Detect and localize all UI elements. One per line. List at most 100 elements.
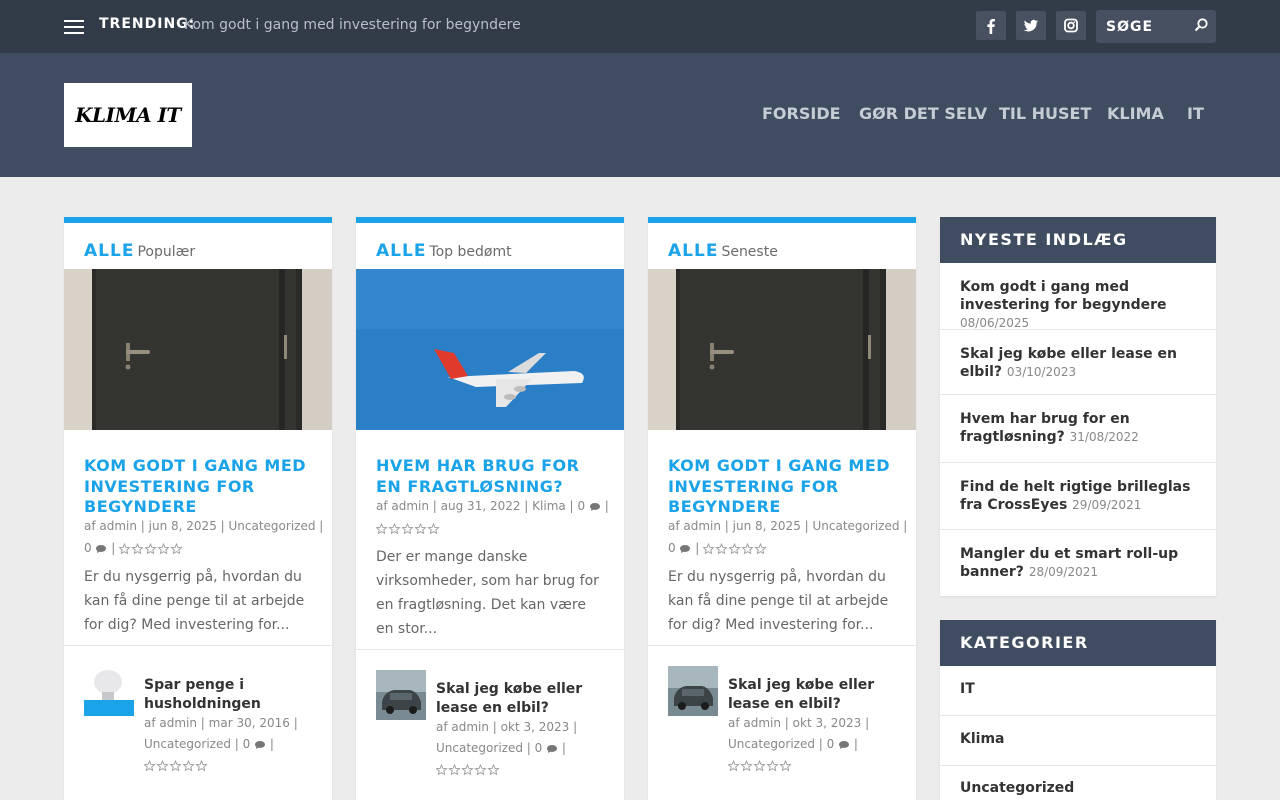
post-meta-line: af admin | jun 8, 2025 | Uncategorized | [84,519,324,533]
recent-post-item[interactable]: Mangler du et smart roll-up banner? 28/0… [960,545,1196,581]
divider [940,715,1216,716]
filter-alle[interactable]: ALLE [84,241,134,261]
divider [940,529,1216,530]
small-post-meta: af admin | okt 3, 2023 | Uncategorized |… [436,717,616,780]
divider [64,645,332,646]
post-column-popular: ALLE Populær KOM GODT I GANG MED INVESTER… [64,217,332,800]
column-heading: ALLE Top bedømt [376,241,512,261]
recent-post-item[interactable]: Skal jeg købe eller lease en elbil? 03/1… [960,345,1196,381]
category-klima[interactable]: Klima [960,731,1004,747]
recent-post-item[interactable]: Kom godt i gang med investering for begy… [960,278,1196,332]
post-image-airplane[interactable] [356,269,624,430]
post-meta: af admin | jun 8, 2025 | Uncategorized |… [84,519,324,555]
twitter-icon[interactable] [1016,11,1046,40]
post-meta: af admin | jun 8, 2025 | Uncategorized |… [668,519,908,555]
recent-post-title[interactable]: Kom godt i gang med investering for begy… [960,279,1167,313]
column-heading: ALLE Populær [84,241,195,261]
site-logo[interactable]: KLIMA IT [64,83,192,147]
column-subtitle: Top bedømt [429,244,512,260]
divider [940,462,1216,463]
small-meta-category: Uncategorized | [728,737,823,751]
post-column-latest: ALLE Seneste KOM GODT I GANG MED INVESTER… [648,217,916,800]
instagram-icon[interactable] [1056,11,1086,40]
menu-icon[interactable] [64,18,84,34]
rating-stars [376,523,440,535]
widget-title: NYESTE INDLÆG [940,217,1216,263]
recent-post-date: 29/09/2021 [1072,498,1142,512]
rating-stars [728,760,792,772]
trending-link[interactable]: Kom godt i gang med investering for begy… [184,17,521,33]
recent-post-item[interactable]: Find de helt rigtige brilleglas fra Cros… [960,478,1196,514]
rating-stars [144,760,208,772]
column-subtitle: Populær [137,244,196,260]
comment-icon [589,502,601,512]
comment-count[interactable]: 0 [668,541,676,555]
small-post-title[interactable]: Skal jeg købe eller lease en elbil? [436,680,616,718]
recent-post-date: 03/10/2023 [1006,365,1077,379]
post-title[interactable]: KOM GODT I GANG MED INVESTERING FOR BEGY… [668,456,898,518]
small-meta-category: Uncategorized | [436,741,531,755]
nav-gor-det-selv[interactable]: GØR DET SELV [859,104,987,123]
divider [940,394,1216,395]
small-post-image-car[interactable] [668,666,718,716]
small-post-meta: af admin | okt 3, 2023 | Uncategorized |… [728,713,908,776]
divider [648,645,916,646]
comment-icon [95,544,107,554]
category-it[interactable]: IT [960,681,975,697]
rating-stars [436,764,500,776]
trending-label: TRENDING: [99,16,196,32]
search-icon[interactable] [1191,15,1211,35]
small-comment-count[interactable]: 0 [243,737,251,751]
post-meta-line: af admin | aug 31, 2022 | Klima | [376,499,574,513]
post-title[interactable]: HVEM HAR BRUG FOR EN FRAGTLØSNING? [376,456,606,497]
comment-count[interactable]: 0 [577,499,585,513]
post-meta-line: af admin | jun 8, 2025 | Uncategorized | [668,519,908,533]
recent-post-date: 08/06/2025 [960,316,1030,330]
recent-posts-widget: NYESTE INDLÆG Kom godt i gang med invest… [940,217,1216,596]
small-meta-line: af admin | okt 3, 2023 | [436,720,578,734]
nav-it[interactable]: IT [1187,104,1204,123]
widget-title: KATEGORIER [940,620,1216,666]
comment-icon [546,744,558,754]
post-excerpt: Der er mange danske virksomheder, som ha… [376,549,599,637]
post-title[interactable]: KOM GODT I GANG MED INVESTERING FOR BEGY… [84,456,314,518]
recent-post-item[interactable]: Hvem har brug for en fragtløsning? 31/08… [960,410,1196,446]
recent-post-date: 28/09/2021 [1028,565,1098,579]
rating-stars [119,543,183,555]
rating-stars [703,543,767,555]
nav-til-huset[interactable]: TIL HUSET [999,104,1091,123]
post-excerpt: Er du nysgerrig på, hvordan du kan få di… [84,569,305,633]
logo-text: KLIMA IT [75,103,181,127]
small-comment-count[interactable]: 0 [827,737,835,751]
small-post-image-car[interactable] [376,670,426,720]
small-post-title[interactable]: Spar penge i husholdningen [144,676,324,714]
comment-icon [254,740,266,750]
comment-icon [679,544,691,554]
top-bar: TRENDING: Kom godt i gang med investerin… [0,0,1280,53]
small-post-meta: af admin | mar 30, 2016 | Uncategorized … [144,713,324,776]
nav-klima[interactable]: KLIMA [1107,104,1164,123]
divider [356,649,624,650]
facebook-icon[interactable] [976,11,1006,40]
column-heading: ALLE Seneste [668,241,778,261]
comment-count[interactable]: 0 [84,541,92,555]
post-image-door[interactable] [648,269,916,430]
search-input[interactable] [1096,10,1191,43]
recent-post-date: 31/08/2022 [1069,430,1139,444]
filter-alle[interactable]: ALLE [376,241,426,261]
category-uncategorized[interactable]: Uncategorized [960,780,1074,796]
small-post-image-bulb[interactable] [84,666,134,716]
categories-widget: KATEGORIER IT Klima Uncategorized [940,620,1216,800]
filter-alle[interactable]: ALLE [668,241,718,261]
post-image-door[interactable] [64,269,332,430]
small-meta-category: Uncategorized | [144,737,239,751]
nav-forside[interactable]: FORSIDE [762,104,841,123]
small-meta-line: af admin | okt 3, 2023 | [728,716,870,730]
small-comment-count[interactable]: 0 [535,741,543,755]
divider [940,329,1216,330]
small-post-title[interactable]: Skal jeg købe eller lease en elbil? [728,676,908,714]
post-meta: af admin | aug 31, 2022 | Klima | 0 | [376,495,616,539]
small-meta-line: af admin | mar 30, 2016 | [144,716,298,730]
divider [940,765,1216,766]
comment-icon [838,740,850,750]
